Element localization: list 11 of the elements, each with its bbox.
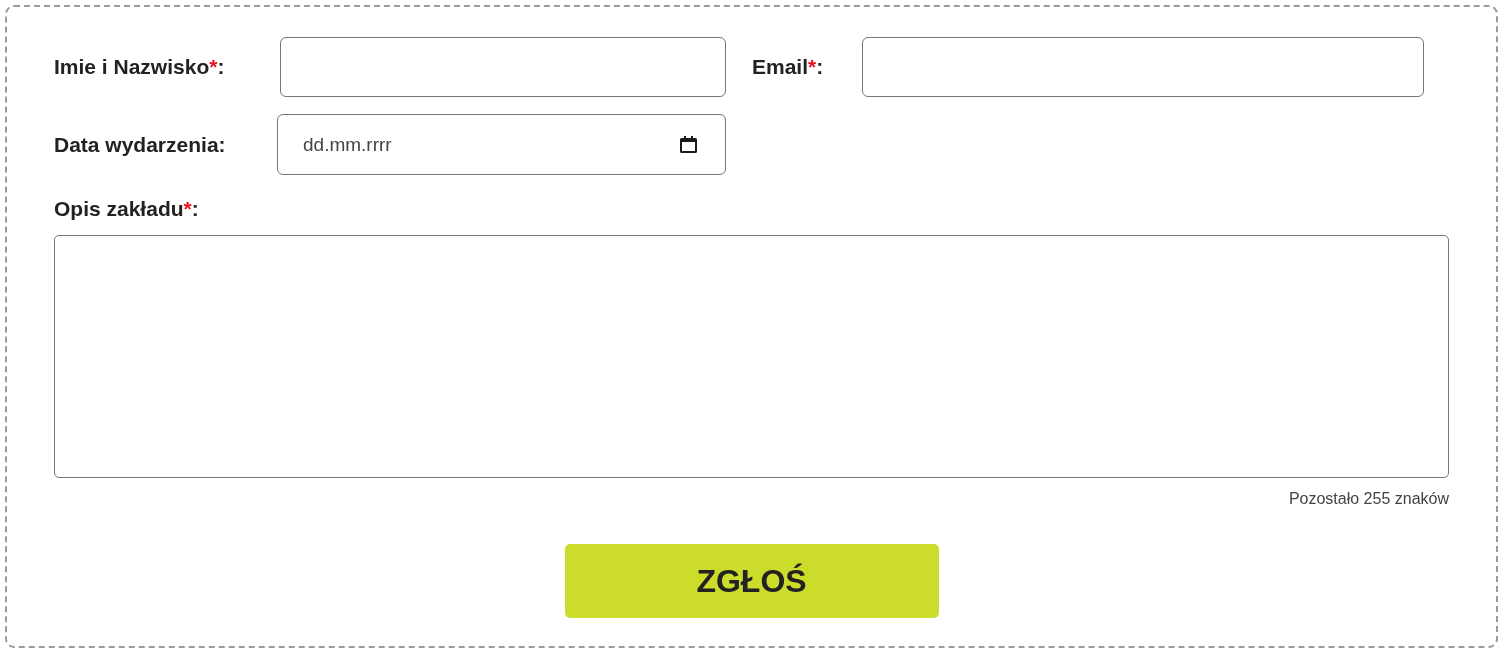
date-field[interactable]: dd.mm.rrrr bbox=[277, 114, 726, 175]
field-label: Imie i Nazwisko*: bbox=[54, 55, 225, 79]
input-field[interactable] bbox=[280, 37, 726, 97]
character-counter: Pozostało 255 znaków bbox=[1288, 490, 1449, 508]
textarea-field[interactable] bbox=[54, 235, 1449, 478]
calendar-icon[interactable] bbox=[680, 136, 697, 153]
input-field[interactable] bbox=[862, 37, 1424, 97]
field-label: Email*: bbox=[752, 55, 824, 79]
field-label: Opis zakładu*: bbox=[54, 197, 199, 221]
submit-button[interactable]: ZGŁOŚ bbox=[564, 544, 939, 618]
field-label: Data wydarzenia: bbox=[54, 132, 226, 157]
